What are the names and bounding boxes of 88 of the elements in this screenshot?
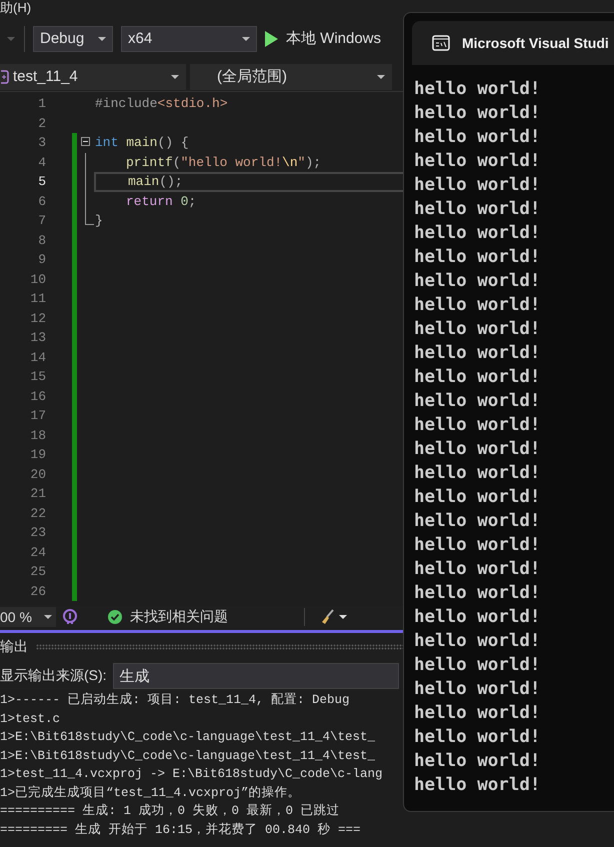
line-number: 26: [29, 582, 46, 600]
line-number: 5: [37, 173, 46, 191]
line-number: 14: [29, 348, 46, 366]
console-line: hello world!: [414, 390, 540, 413]
output-line: 1>E:\Bit618study\C_code\c-language\test_11_4\test_: [0, 748, 376, 764]
line-number: 8: [37, 232, 46, 250]
line-number: 17: [29, 407, 46, 425]
console-line: hello world!: [414, 606, 540, 629]
line-number: 2: [37, 114, 46, 132]
code-line: return 0;: [126, 194, 196, 208]
line-number: 16: [29, 388, 46, 406]
console-line: hello world!: [414, 78, 540, 101]
console-line: hello world!: [414, 774, 540, 797]
line-number: 12: [29, 310, 46, 328]
console-line: hello world!: [414, 318, 540, 341]
console-line: hello world!: [414, 654, 540, 677]
console-line: hello world!: [414, 510, 540, 533]
line-number: 23: [29, 524, 46, 542]
console-line: hello world!: [414, 174, 540, 197]
brush-icon: [319, 609, 335, 625]
output-line: 1>已完成生成项目“test_11_4.vcxproj”的操作。: [0, 784, 301, 802]
console-line: hello world!: [414, 582, 540, 605]
terminal-icon: [432, 35, 450, 51]
check-icon: [108, 610, 122, 624]
line-number: 6: [37, 192, 46, 210]
code-line: int main() {: [95, 135, 189, 150]
line-number: 15: [29, 368, 46, 386]
project-icon: [1, 70, 9, 84]
line-number: 25: [29, 563, 46, 581]
line-number: 19: [29, 446, 46, 464]
console-line: hello world!: [414, 438, 540, 461]
menu-item[interactable]: 助(H): [0, 0, 32, 15]
code-line: printf("hello world!\n");: [126, 154, 322, 170]
console-line: hello world!: [414, 150, 540, 173]
console-line: hello world!: [414, 750, 540, 773]
line-number: 11: [29, 290, 46, 308]
output-line: 1>------ 已启动生成: 项目: test_11_4, 配置: Debug: [0, 692, 350, 709]
console-line: hello world!: [414, 198, 540, 221]
line-number: 20: [29, 466, 46, 484]
configuration-dropdown[interactable]: Debug: [33, 26, 113, 52]
zoom-dropdown[interactable]: 00 %: [0, 607, 56, 627]
console-line: hello world!: [414, 294, 540, 317]
run-button[interactable]: 本地 Windows: [265, 29, 382, 48]
console-line: hello world!: [414, 534, 540, 557]
line-number: 21: [29, 485, 46, 503]
output-line: ========== 生成: 1 成功，0 失败，0 最新，0 已跳过: [0, 802, 340, 820]
output-line: 1>test.c: [0, 710, 60, 728]
output-line: ========= 生成 开始于 16:15，并花费了 00.840 秒 ===: [0, 822, 361, 838]
file-dropdown[interactable]: test_11_4: [0, 64, 186, 90]
line-number: 4: [37, 154, 46, 172]
source-label: 显示输出来源(S):: [0, 667, 107, 685]
console-line: hello world!: [414, 630, 540, 653]
line-number: 3: [37, 134, 46, 152]
platform-dropdown[interactable]: x64: [121, 26, 257, 52]
source-dropdown[interactable]: 生成: [112, 663, 399, 689]
play-icon: [265, 30, 278, 46]
line-number: 24: [29, 544, 46, 562]
console-line: hello world!: [414, 102, 540, 125]
code-line: }: [95, 213, 103, 228]
console-line: hello world!: [414, 462, 540, 485]
code-line: #include<stdio.h>: [95, 96, 228, 111]
line-number: 18: [29, 426, 46, 444]
line-number: 7: [37, 212, 46, 230]
window-title: Microsoft Visual Studi: [462, 35, 609, 51]
console-line: hello world!: [414, 486, 540, 509]
console-line: hello world!: [414, 726, 540, 749]
console-line: hello world!: [414, 366, 540, 389]
line-number: 13: [29, 329, 46, 347]
scope-dropdown[interactable]: (全局范围): [190, 64, 392, 90]
console-line: hello world!: [414, 702, 540, 725]
issues-status[interactable]: 未找到相关问题: [108, 608, 298, 626]
console-line: hello world!: [414, 126, 540, 149]
line-number: 10: [29, 270, 46, 288]
console-line: hello world!: [414, 414, 540, 437]
line-number: 1: [37, 95, 46, 113]
line-number: 22: [29, 504, 46, 522]
line-number: 9: [37, 251, 46, 269]
console-line: hello world!: [414, 270, 540, 293]
console-line: hello world!: [414, 558, 540, 581]
console-line: hello world!: [414, 222, 540, 245]
output-line: 1>test_11_4.vcxproj -> E:\Bit618study\C_code\c-lang: [0, 766, 383, 783]
collapse-icon[interactable]: [81, 137, 90, 146]
console-line: hello world!: [414, 246, 540, 269]
console-line: hello world!: [414, 678, 540, 701]
console-line: hello world!: [414, 342, 540, 365]
code-line: main();: [128, 174, 183, 189]
output-line: 1>E:\Bit618study\C_code\c-language\test_11_4\test_: [0, 729, 376, 746]
panel-title: 输出: [0, 638, 28, 656]
